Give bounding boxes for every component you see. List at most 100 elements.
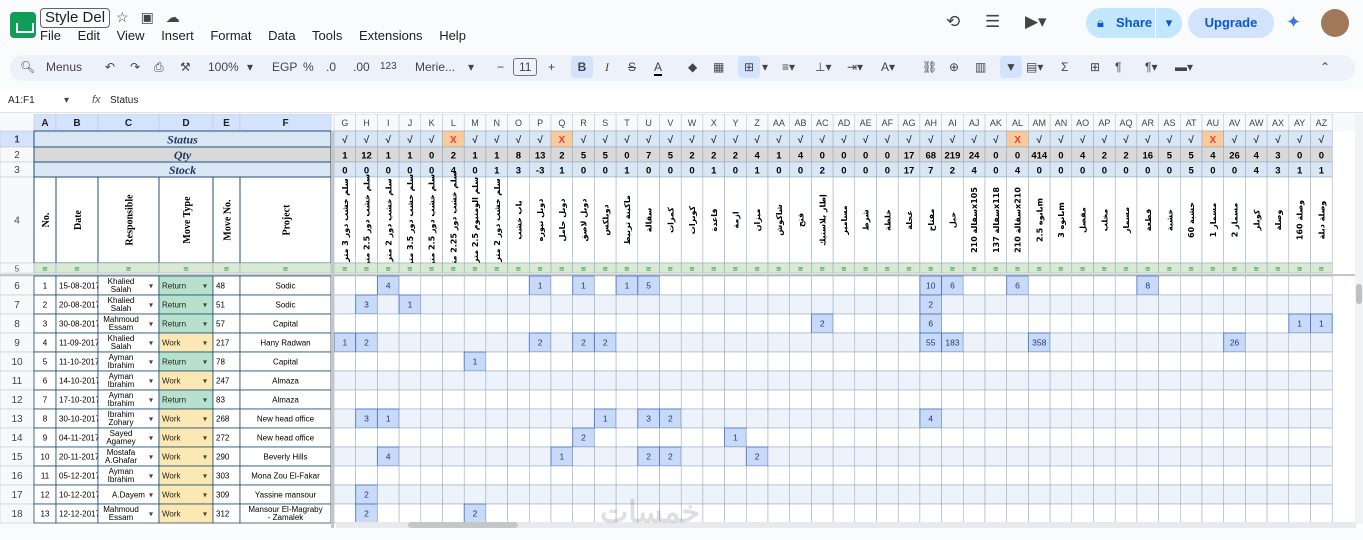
avatar[interactable] xyxy=(1321,9,1349,37)
data-value-13-B: 30-10-2017 xyxy=(59,415,100,424)
data-cell-17-AN xyxy=(1049,484,1073,505)
increase-decimal[interactable]: .00 xyxy=(353,60,370,74)
vertical-scroll-thumb[interactable] xyxy=(1356,284,1362,304)
data-cell-18-I xyxy=(377,503,400,524)
data-cell-10-AV xyxy=(1223,351,1246,372)
print-icon[interactable]: ⎙ xyxy=(154,60,164,75)
data-cell-9-N xyxy=(485,332,508,353)
rtl-icon[interactable]: ¶▾ xyxy=(1145,60,1157,74)
font-size-minus[interactable]: − xyxy=(497,60,504,74)
menu-data[interactable]: Data xyxy=(268,28,295,43)
data-cell-10-AC xyxy=(811,351,834,372)
text-wrap-icon[interactable]: ⇥▾ xyxy=(847,60,863,74)
data-cell-15-AU xyxy=(1201,446,1224,467)
percent-format[interactable]: % xyxy=(303,60,314,74)
data-cell-14-AW xyxy=(1245,427,1268,448)
zoom-dropdown-icon[interactable]: ▾ xyxy=(247,60,253,74)
menu-tools[interactable]: Tools xyxy=(312,28,342,43)
data-cell-12-J xyxy=(398,389,422,410)
meet-icon[interactable]: ▶▾ xyxy=(1025,12,1047,31)
cell-grid[interactable]: A B C D E F G H I J K L M N O P Q R S T U V W X Y Z AA AB AC AD AE AF AG… xyxy=(0,114,1363,540)
strikethrough-button[interactable]: S xyxy=(628,60,636,74)
upgrade-button[interactable]: Upgrade xyxy=(1188,8,1274,38)
data-cell-18-AJ xyxy=(963,503,986,524)
font-select[interactable]: Merie... xyxy=(415,60,455,74)
merge-dropdown-icon[interactable]: ▾ xyxy=(762,60,768,74)
formula-input[interactable]: Status xyxy=(110,95,138,106)
share-button[interactable]: 🔒︎ Share ▾ xyxy=(1086,8,1182,38)
item-name-J: سلم خشب دور 3.5 متر xyxy=(406,174,415,267)
functions-icon[interactable]: Σ xyxy=(1061,60,1068,74)
currency-format[interactable]: EGP xyxy=(272,60,297,74)
data-cell-18-AS xyxy=(1158,503,1181,524)
data-cell-17-Y xyxy=(724,484,747,505)
menus-search[interactable]: Menus xyxy=(46,60,82,74)
qty_row-value-AZ: 0 xyxy=(1319,151,1324,162)
menu-view[interactable]: View xyxy=(117,28,145,43)
spreadsheet-grid[interactable]: A B C D E F G H I J K L M N O P Q R S T U V W X Y Z AA AB AC AD AE AF AG… xyxy=(0,114,1363,540)
data-cell-6-L xyxy=(442,275,465,296)
column-header-label-K: K xyxy=(429,118,435,128)
name-box-dropdown-icon[interactable]: ▾ xyxy=(64,95,69,106)
vertical-scrollbar[interactable] xyxy=(1355,114,1363,524)
merge-cells-icon[interactable]: ⊞ xyxy=(738,56,760,78)
share-dropdown-icon[interactable]: ▾ xyxy=(1155,8,1182,38)
name-box[interactable]: A1:F1 xyxy=(8,95,35,106)
font-size-plus[interactable]: + xyxy=(548,60,555,74)
collapse-toolbar-icon[interactable]: ⌃ xyxy=(1320,60,1330,74)
freeze-icon[interactable]: ⊞ xyxy=(1090,60,1100,74)
column-header-label-AF: AF xyxy=(882,118,894,128)
text-color-button[interactable]: A xyxy=(654,60,663,76)
data-cell-9-I xyxy=(377,332,400,353)
menu-extensions[interactable]: Extensions xyxy=(359,28,423,43)
filter-icon: ≡ xyxy=(841,265,847,273)
link-icon[interactable]: ⛓ xyxy=(922,60,937,74)
decrease-decimal[interactable]: .0 xyxy=(326,60,336,74)
italic-button[interactable]: I xyxy=(605,60,609,75)
comment-icon[interactable]: ⊕ xyxy=(949,60,959,74)
data-value-18-E: 312 xyxy=(216,510,230,519)
sheets-logo-icon[interactable] xyxy=(10,12,36,38)
number-format[interactable]: 123 xyxy=(380,61,397,72)
gemini-icon[interactable]: ✦ xyxy=(1286,12,1301,33)
document-title[interactable]: Style Del xyxy=(40,8,111,28)
data-cell-7-U xyxy=(637,294,660,315)
data-cell-16-Y xyxy=(724,465,747,486)
menu-insert[interactable]: Insert xyxy=(161,28,194,43)
star-icon[interactable]: ☆ xyxy=(116,9,141,25)
redo-icon[interactable]: ↷ xyxy=(130,60,140,74)
borders-icon[interactable]: ▦ xyxy=(713,60,724,74)
vertical-align-icon[interactable]: ⊥▾ xyxy=(815,60,831,74)
menu-edit[interactable]: Edit xyxy=(78,28,100,43)
comments-icon[interactable]: ☰ xyxy=(985,12,1000,31)
input-tools-icon[interactable]: ▬▾ xyxy=(1175,60,1193,74)
version-history-icon[interactable]: ⟲ xyxy=(946,12,960,31)
data-cell-8-O xyxy=(507,313,530,334)
menu-help[interactable]: Help xyxy=(439,28,466,43)
chart-icon[interactable]: ▥ xyxy=(975,60,986,74)
font-size-input[interactable]: 11 xyxy=(513,58,538,76)
cloud-status-icon[interactable]: ☁ xyxy=(166,9,192,25)
column-header-label-AY: AY xyxy=(1294,118,1305,128)
paint-format-icon[interactable]: ⚒ xyxy=(180,60,191,74)
data-cell-11-T xyxy=(615,370,639,391)
font-dropdown-icon[interactable]: ▾ xyxy=(468,60,474,74)
filter-views-icon[interactable]: ▤▾ xyxy=(1026,60,1043,74)
zoom-select[interactable]: 100% xyxy=(208,60,239,74)
menu-format[interactable]: Format xyxy=(210,28,251,43)
data-cell-17-AL xyxy=(1006,484,1029,505)
bold-button[interactable]: B xyxy=(571,56,593,78)
undo-icon[interactable]: ↶ xyxy=(105,60,115,74)
data-value-13-S: 1 xyxy=(603,414,608,424)
data-cell-11-Y xyxy=(724,370,747,391)
ltr-icon[interactable]: ¶ xyxy=(1115,60,1121,74)
fill-color-icon[interactable]: ◆ xyxy=(688,60,697,74)
data-cell-17-AX xyxy=(1266,484,1290,505)
align-icon[interactable]: ≡▾ xyxy=(782,60,795,74)
text-rotation-icon[interactable]: A▾ xyxy=(881,60,895,74)
data-value-14-D: Work xyxy=(162,434,182,443)
move-folder-icon[interactable]: ▣ xyxy=(141,9,166,25)
data-cell-10-AJ xyxy=(963,351,986,372)
menu-file[interactable]: File xyxy=(40,28,61,43)
filter-icon[interactable]: ▼ xyxy=(1000,56,1022,78)
